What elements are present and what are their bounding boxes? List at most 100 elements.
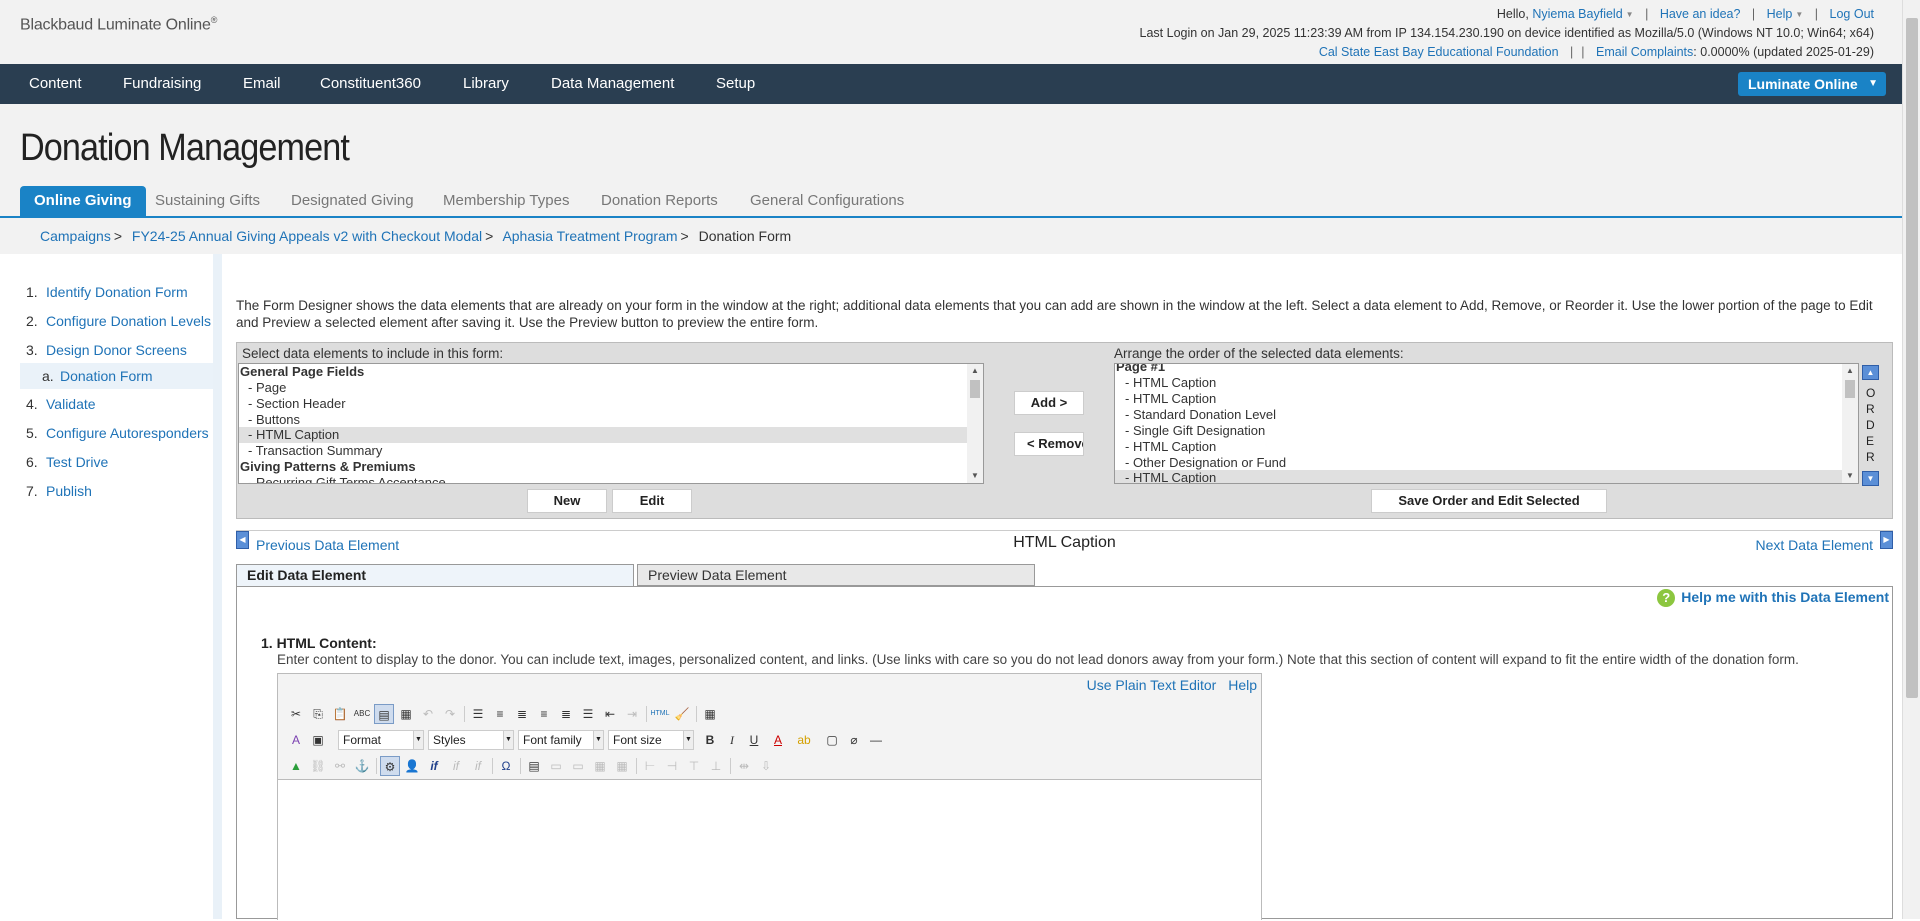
org-link[interactable]: Cal State East Bay Educational Foundatio… — [1319, 45, 1559, 59]
nav-library[interactable]: Library — [463, 64, 509, 104]
step-test-drive[interactable]: 6. Test Drive — [26, 454, 108, 470]
table-icon[interactable]: ▦ — [700, 704, 720, 724]
tab-edit-element[interactable]: Edit Data Element — [236, 564, 634, 586]
paste-icon[interactable]: 📋 — [330, 704, 350, 724]
nav-setup[interactable]: Setup — [716, 64, 755, 104]
editor-help-link[interactable]: Help — [1228, 677, 1257, 693]
text-color-icon[interactable]: A — [768, 730, 788, 750]
scroll-down-icon[interactable]: ▼ — [967, 469, 983, 483]
scrollbar-thumb[interactable] — [1906, 18, 1918, 698]
edit-button[interactable]: Edit — [612, 489, 692, 513]
form-field-icon[interactable]: ⇹ — [734, 756, 754, 776]
cleanup-icon[interactable]: 🧹 — [672, 704, 692, 724]
step-publish[interactable]: 7. Publish — [26, 483, 92, 499]
list-item[interactable]: Giving Patterns & Premiums — [240, 459, 969, 475]
insert-field-icon[interactable]: ▢ — [822, 730, 842, 750]
tab-general-configurations[interactable]: General Configurations — [750, 186, 904, 216]
list-item[interactable]: - Section Header — [239, 396, 968, 412]
list-item[interactable]: - Single Gift Designation — [1115, 423, 1843, 439]
special-character-icon[interactable]: Ω — [496, 756, 516, 776]
move-up-icon[interactable]: ▲ — [1862, 365, 1879, 380]
list-item[interactable]: - Other Designation or Fund — [1115, 455, 1843, 471]
copy-icon[interactable]: ⎘ — [308, 704, 328, 724]
delete-col-icon[interactable]: ⊣ — [662, 756, 682, 776]
font-size-select[interactable]: Font size ▼ — [608, 730, 694, 750]
next-element-link[interactable]: Next Data Element — [1756, 537, 1874, 553]
link-icon[interactable]: ⛓ — [308, 756, 328, 776]
step-levels[interactable]: 2. Configure Donation Levels — [26, 313, 211, 329]
save-order-button[interactable]: Save Order and Edit Selected — [1371, 489, 1607, 513]
conditional-else-icon[interactable]: if — [446, 756, 466, 776]
list-item[interactable]: - HTML Caption — [1115, 391, 1843, 407]
add-button[interactable]: Add > — [1014, 391, 1084, 415]
list-item[interactable]: - HTML Caption — [1115, 439, 1843, 455]
list-item-selected[interactable]: - HTML Caption — [239, 427, 968, 443]
next-arrow-icon[interactable]: ▶ — [1880, 531, 1893, 549]
available-elements-list[interactable]: General Page Fields - Page - Section Hea… — [238, 363, 984, 484]
paste-text-icon[interactable]: ▤ — [374, 704, 394, 724]
nav-constituent360[interactable]: Constituent360 — [320, 64, 421, 104]
substep-donation-form[interactable]: a. Donation Form — [20, 363, 213, 389]
personalization-icon[interactable]: 👤 — [402, 756, 422, 776]
nav-email[interactable]: Email — [243, 64, 281, 104]
conditional-edit-icon[interactable]: if — [468, 756, 488, 776]
cell-props-icon[interactable]: ▭ — [568, 756, 588, 776]
scroll-up-icon[interactable]: ▲ — [967, 364, 983, 378]
split-cell-icon[interactable]: ⊤ — [684, 756, 704, 776]
align-left-icon[interactable]: ≣ — [512, 704, 532, 724]
underline-icon[interactable]: U — [744, 730, 764, 750]
highlight-color-icon[interactable]: ab — [794, 730, 814, 750]
scroll-up-icon[interactable]: ▲ — [1842, 364, 1858, 378]
format-select[interactable]: Format ▼ — [338, 730, 424, 750]
element-help-link[interactable]: ? Help me with this Data Element — [1657, 589, 1889, 607]
list-item[interactable]: - Recurring Gift Terms Acceptance — [239, 475, 968, 483]
insert-image-icon[interactable]: ▣ — [308, 730, 328, 750]
remove-format-icon[interactable]: ⌀ — [844, 730, 864, 750]
list-item[interactable]: - Standard Donation Level — [1115, 407, 1843, 423]
step-design[interactable]: 3. Design Donor Screens — [26, 342, 187, 358]
list-scrollbar[interactable]: ▲ ▼ — [967, 364, 983, 483]
step-validate[interactable]: 4. Validate — [26, 396, 96, 412]
scroll-down-icon[interactable]: ▼ — [1842, 469, 1858, 483]
breadcrumb-program[interactable]: Aphasia Treatment Program — [502, 228, 677, 244]
paste-word-icon[interactable]: ▦ — [396, 704, 416, 724]
prev-element-link[interactable]: Previous Data Element — [256, 537, 399, 553]
edit-table-icon[interactable]: ▤ — [524, 756, 544, 776]
nav-content[interactable]: Content — [29, 64, 82, 104]
move-down-icon[interactable]: ▼ — [1862, 471, 1879, 486]
font-family-select[interactable]: Font family ▼ — [518, 730, 604, 750]
row-props-icon[interactable]: ▭ — [546, 756, 566, 776]
insert-row-icon[interactable]: ▦ — [590, 756, 610, 776]
bullet-list-icon[interactable]: ☰ — [468, 704, 488, 724]
align-center-icon[interactable]: ≡ — [534, 704, 554, 724]
remove-button[interactable]: < Remove — [1014, 432, 1084, 456]
selected-elements-list[interactable]: Page #1 - HTML Caption - HTML Caption - … — [1114, 363, 1859, 484]
tab-membership-types[interactable]: Membership Types — [443, 186, 569, 216]
horizontal-rule-icon[interactable]: — — [866, 730, 886, 750]
breadcrumb-campaign[interactable]: FY24-25 Annual Giving Appeals v2 with Ch… — [132, 228, 482, 244]
help-menu[interactable]: Help ▼ — [1767, 7, 1804, 21]
step-autoresponders[interactable]: 5. Configure Autoresponders — [26, 425, 209, 441]
list-item[interactable]: - HTML Caption — [1115, 375, 1843, 391]
outdent-icon[interactable]: ⇤ — [600, 704, 620, 724]
list-scrollbar[interactable]: ▲ ▼ — [1842, 364, 1858, 483]
tab-online-giving[interactable]: Online Giving — [20, 186, 146, 216]
tab-donation-reports[interactable]: Donation Reports — [601, 186, 718, 216]
step-identify[interactable]: 1. Identify Donation Form — [26, 284, 188, 300]
page-scrollbar[interactable] — [1902, 0, 1920, 919]
logout-link[interactable]: Log Out — [1830, 7, 1874, 21]
undo-icon[interactable]: ↶ — [418, 704, 438, 724]
indent-icon[interactable]: ⇥ — [622, 704, 642, 724]
list-item[interactable]: - Transaction Summary — [239, 443, 968, 459]
list-item[interactable]: General Page Fields — [240, 364, 969, 380]
tab-preview-element[interactable]: Preview Data Element — [637, 564, 1035, 586]
italic-icon[interactable]: I — [722, 730, 742, 750]
breadcrumb-campaigns[interactable]: Campaigns — [40, 228, 111, 244]
styles-select[interactable]: Styles ▼ — [428, 730, 514, 750]
plain-text-editor-link[interactable]: Use Plain Text Editor — [1087, 677, 1217, 693]
nav-fundraising[interactable]: Fundraising — [123, 64, 201, 104]
tab-sustaining-gifts[interactable]: Sustaining Gifts — [155, 186, 260, 216]
format-painter-icon[interactable]: A — [286, 730, 306, 750]
numbered-list-icon[interactable]: ≡ — [490, 704, 510, 724]
bold-icon[interactable]: B — [700, 730, 720, 750]
